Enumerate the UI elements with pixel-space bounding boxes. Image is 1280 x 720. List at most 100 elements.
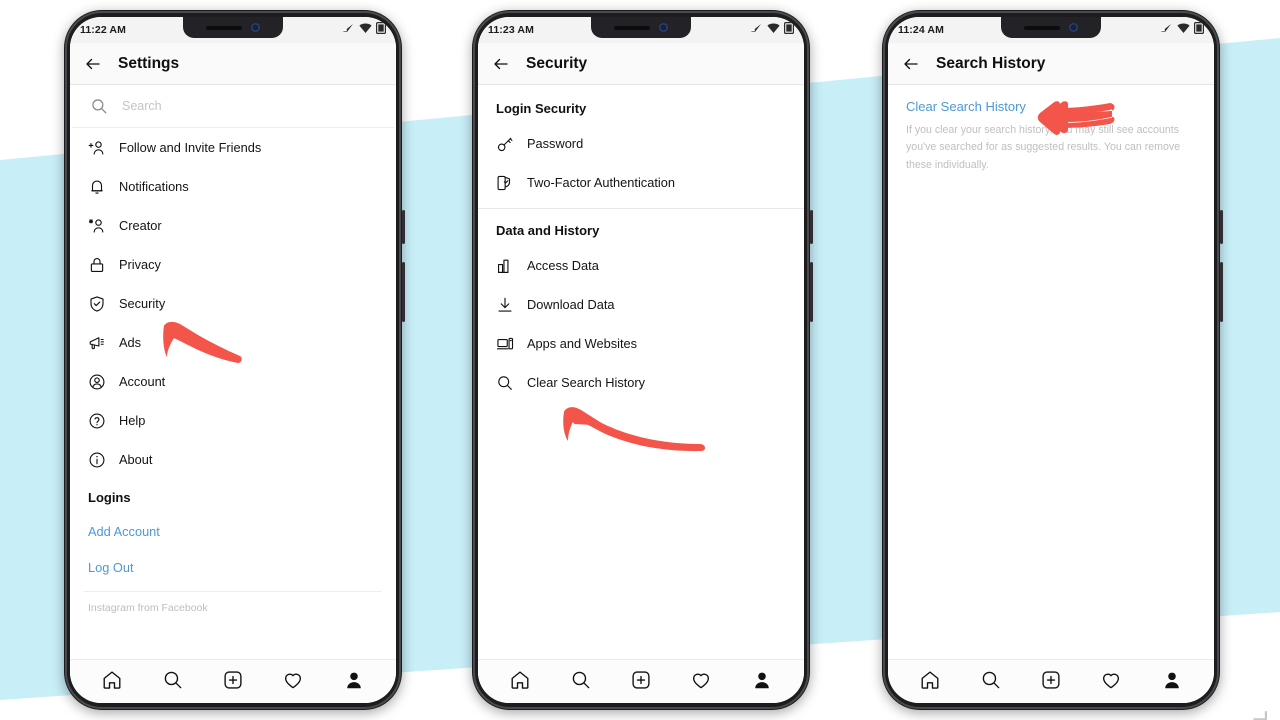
security-item-access-data[interactable]: Access Data: [478, 246, 804, 285]
creator-icon: [88, 217, 106, 235]
settings-screen: Search Follow and Invite Friends Notific…: [70, 85, 396, 659]
notch: [591, 17, 691, 38]
clear-history-description: If you clear your search history, you ma…: [906, 124, 1181, 171]
add-account-label: Add Account: [88, 523, 160, 539]
add-post-icon[interactable]: [222, 669, 244, 691]
security-screen: Login Security Password Two-Factor Authe…: [478, 85, 804, 659]
status-time: 11:24 AM: [898, 24, 944, 36]
add-post-icon[interactable]: [1040, 669, 1062, 691]
heart-icon[interactable]: [1100, 669, 1122, 691]
add-account-link[interactable]: Add Account: [70, 513, 396, 549]
front-camera: [251, 23, 260, 32]
phone-search-history: 11:24 AM Search History Clear Search His…: [882, 10, 1223, 710]
security-item-clear-search-history[interactable]: Clear Search History: [478, 363, 804, 402]
shield-check-icon: [88, 295, 106, 313]
search-history-screen: Clear Search History If you clear your s…: [888, 85, 1214, 659]
search-icon: [90, 97, 108, 115]
battery-icon: [784, 21, 795, 39]
profile-icon[interactable]: [343, 669, 365, 691]
bottom-nav: [70, 659, 396, 703]
wifi-icon: [1177, 21, 1190, 39]
security-item-label: Two-Factor Authentication: [527, 175, 675, 190]
back-arrow-icon[interactable]: [84, 55, 102, 73]
phone3-side-button-upper[interactable]: [1220, 210, 1223, 244]
settings-item-label: Notifications: [119, 179, 189, 194]
settings-item-account[interactable]: Account: [70, 362, 396, 401]
signal-icon: [342, 21, 355, 39]
security-item-label: Download Data: [527, 297, 615, 312]
search-placeholder: Search: [122, 99, 162, 113]
wifi-icon: [359, 21, 372, 39]
settings-item-label: About: [119, 452, 153, 467]
security-item-label: Clear Search History: [527, 375, 646, 390]
page-title: Settings: [118, 54, 180, 72]
home-icon[interactable]: [101, 669, 123, 691]
settings-item-label: Security: [119, 296, 166, 311]
footer-branding: Instagram from Facebook: [84, 591, 382, 624]
two-factor-icon: [496, 174, 514, 192]
heart-icon[interactable]: [690, 669, 712, 691]
search-icon[interactable]: [570, 669, 592, 691]
phone1-side-button-lower[interactable]: [402, 262, 405, 322]
battery-icon: [1194, 21, 1205, 39]
security-item-download-data[interactable]: Download Data: [478, 285, 804, 324]
megaphone-icon: [88, 334, 106, 352]
heart-icon[interactable]: [282, 669, 304, 691]
profile-icon[interactable]: [751, 669, 773, 691]
settings-item-notifications[interactable]: Notifications: [70, 167, 396, 206]
signal-icon: [1160, 21, 1173, 39]
back-arrow-icon[interactable]: [902, 55, 920, 73]
settings-item-security[interactable]: Security: [70, 284, 396, 323]
wifi-icon: [767, 21, 780, 39]
status-time: 11:23 AM: [488, 24, 534, 36]
status-icons: [1160, 21, 1205, 39]
add-post-icon[interactable]: [630, 669, 652, 691]
search-input[interactable]: Search: [72, 85, 394, 128]
settings-item-follow-invite[interactable]: Follow and Invite Friends: [70, 128, 396, 167]
app-bar: Settings: [70, 43, 396, 85]
status-bar: 11:24 AM: [888, 17, 1214, 43]
search-icon: [496, 374, 514, 392]
profile-icon[interactable]: [1161, 669, 1183, 691]
settings-item-label: Help: [119, 413, 146, 428]
security-item-label: Apps and Websites: [527, 336, 638, 351]
home-icon[interactable]: [509, 669, 531, 691]
settings-item-creator[interactable]: Creator: [70, 206, 396, 245]
home-icon[interactable]: [919, 669, 941, 691]
phone3-side-button-lower[interactable]: [1220, 262, 1223, 322]
status-icons: [342, 21, 387, 39]
search-icon[interactable]: [980, 669, 1002, 691]
security-item-two-factor[interactable]: Two-Factor Authentication: [478, 163, 804, 202]
security-item-password[interactable]: Password: [478, 124, 804, 163]
account-circle-icon: [88, 373, 106, 391]
settings-item-ads[interactable]: Ads: [70, 323, 396, 362]
apps-websites-icon: [496, 335, 514, 353]
info-circle-icon: [88, 451, 106, 469]
phone2-side-button-upper[interactable]: [810, 210, 813, 244]
bottom-nav: [888, 659, 1214, 703]
settings-item-privacy[interactable]: Privacy: [70, 245, 396, 284]
add-person-icon: [88, 139, 106, 157]
phone1-side-button-upper[interactable]: [402, 210, 405, 244]
settings-item-help[interactable]: Help: [70, 401, 396, 440]
status-bar: 11:22 AM: [70, 17, 396, 43]
page-title: Security: [526, 54, 588, 72]
settings-item-about[interactable]: About: [70, 440, 396, 479]
front-camera: [1069, 23, 1078, 32]
log-out-link[interactable]: Log Out: [70, 549, 396, 585]
search-icon[interactable]: [162, 669, 184, 691]
settings-item-label: Privacy: [119, 257, 161, 272]
watermark-part3: PORTAL: [1251, 710, 1273, 720]
signal-icon: [750, 21, 763, 39]
status-bar: 11:23 AM: [478, 17, 804, 43]
security-item-label: Password: [527, 136, 584, 151]
clear-search-history-link[interactable]: Clear Search History: [888, 85, 1044, 122]
notch: [1001, 17, 1101, 38]
app-bar: Security: [478, 43, 804, 85]
back-arrow-icon[interactable]: [492, 55, 510, 73]
app-bar: Search History: [888, 43, 1214, 85]
security-item-apps-websites[interactable]: Apps and Websites: [478, 324, 804, 363]
log-out-label: Log Out: [88, 559, 134, 575]
earpiece-speaker: [614, 25, 650, 30]
phone2-side-button-lower[interactable]: [810, 262, 813, 322]
